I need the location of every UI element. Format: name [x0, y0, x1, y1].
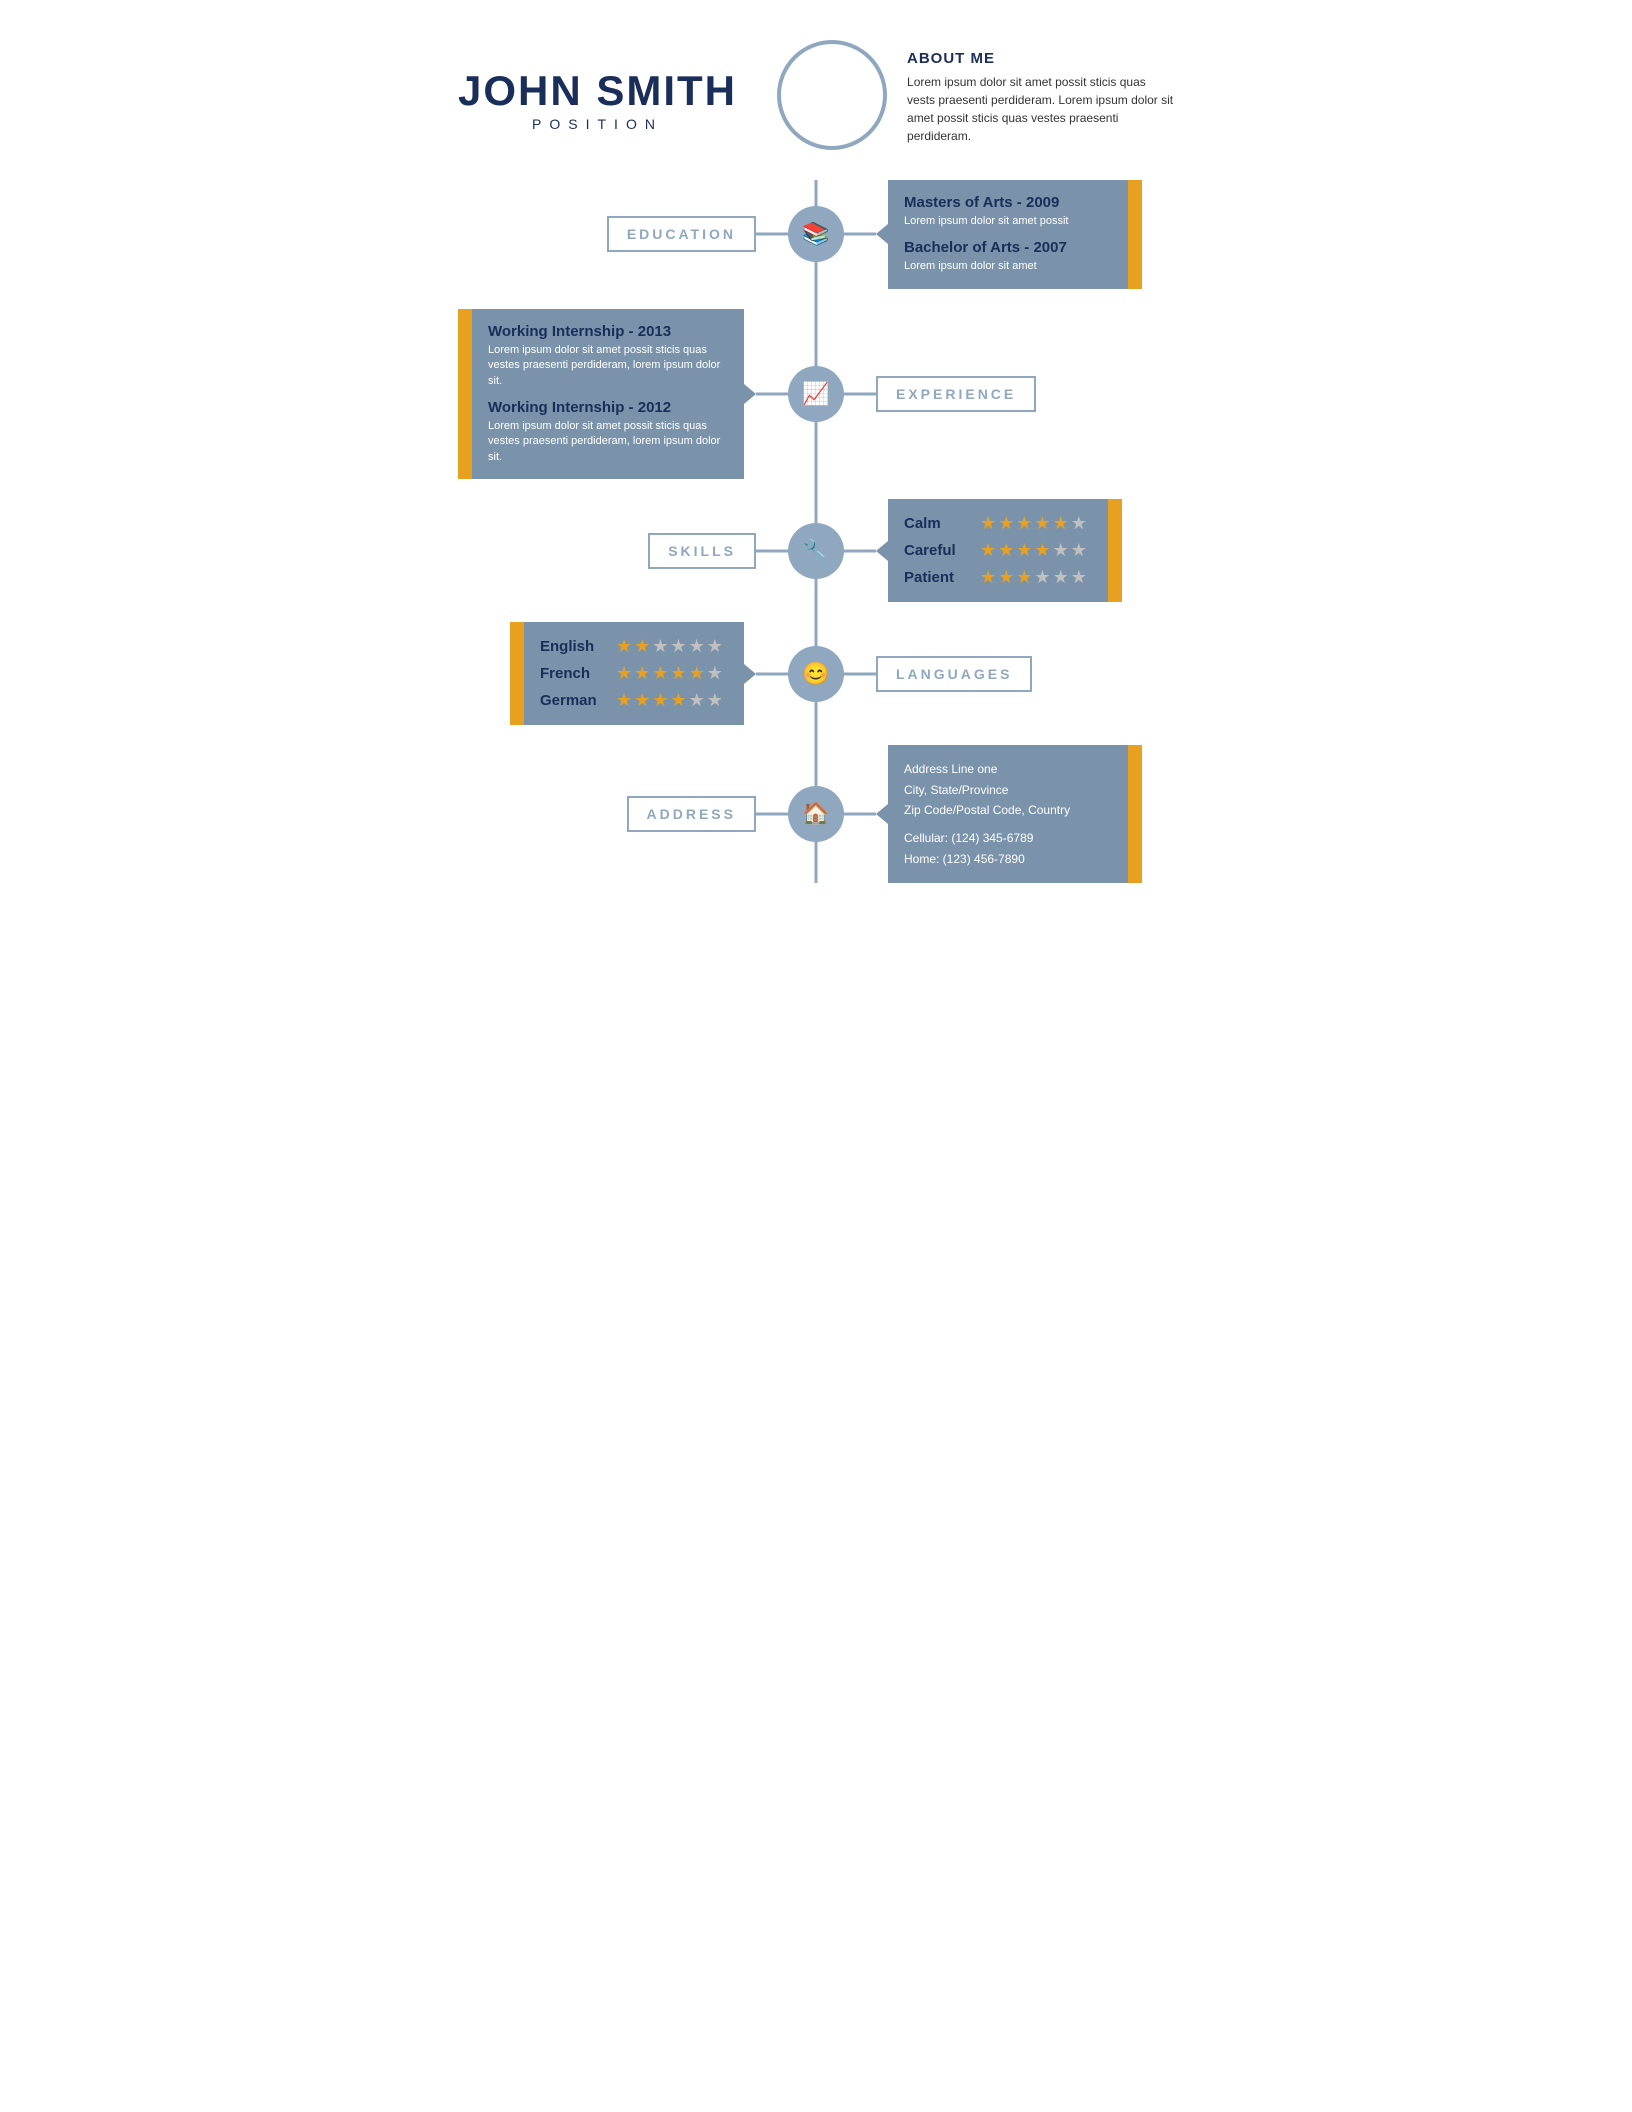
position-label: POSITION [458, 116, 737, 132]
address-content: Address Line one City, State/Province Zi… [888, 745, 1128, 883]
skills-accent [1108, 499, 1122, 602]
education-icon: 📚 [802, 221, 829, 247]
address-accent [1128, 745, 1142, 883]
skill-careful-stars: ★ ★ ★ ★ ★ ★ [980, 540, 1087, 561]
experience-right-label: EXPERIENCE [816, 376, 1174, 412]
education-content: Masters of Arts - 2009 Lorem ipsum dolor… [888, 180, 1128, 289]
skills-content: Calm ★ ★ ★ ★ ★ ★ Careful [888, 499, 1108, 602]
languages-right-label: LANGUAGES [816, 656, 1174, 692]
address-right: Address Line one City, State/Province Zi… [816, 745, 1174, 883]
skills-left: SKILLS [458, 533, 816, 569]
skills-icon: 🔧 [802, 538, 829, 564]
education-arrow [876, 224, 888, 244]
experience-left: Working Internship - 2013 Lorem ipsum do… [458, 309, 816, 479]
languages-left: English ★ ★ ★ ★ ★ ★ French [458, 622, 816, 725]
skill-careful-row: Careful ★ ★ ★ ★ ★ ★ [904, 540, 1092, 561]
avatar [777, 40, 887, 150]
skills-label: SKILLS [648, 533, 756, 569]
about-text: Lorem ipsum dolor sit amet possit sticis… [907, 73, 1174, 145]
skill-calm-label: Calm [904, 515, 974, 532]
education-left: EDUCATION [458, 216, 816, 252]
address-line2: City, State/Province [904, 780, 1112, 800]
experience-accent [458, 309, 472, 479]
education-entry-1-text: Lorem ipsum dolor sit amet possit [904, 214, 1112, 229]
lang-french-row: French ★ ★ ★ ★ ★ ★ [540, 663, 728, 684]
education-entry-2-text: Lorem ipsum dolor sit amet [904, 259, 1112, 274]
address-row: ADDRESS 🏠 Address Line one City, State/P… [458, 745, 1174, 883]
address-arrow [876, 804, 888, 824]
experience-entry-2-title: Working Internship - 2012 [488, 399, 728, 416]
languages-icon: 😊 [802, 661, 829, 687]
lang-german-stars: ★ ★ ★ ★ ★ ★ [616, 690, 723, 711]
address-left: ADDRESS [458, 796, 816, 832]
education-entry-1-title: Masters of Arts - 2009 [904, 194, 1112, 211]
skill-patient-stars: ★ ★ ★ ★ ★ ★ [980, 567, 1087, 588]
address-label: ADDRESS [627, 796, 756, 832]
name-block: JOHN SMITH POSITION [458, 40, 737, 132]
lang-french-label: French [540, 665, 610, 682]
address-icon: 🏠 [802, 801, 829, 827]
experience-content: Working Internship - 2013 Lorem ipsum do… [472, 309, 744, 479]
languages-content: English ★ ★ ★ ★ ★ ★ French [524, 622, 744, 725]
experience-row: Working Internship - 2013 Lorem ipsum do… [458, 309, 1174, 479]
address-node: 🏠 [788, 786, 844, 842]
skills-arrow [876, 541, 888, 561]
education-label: EDUCATION [607, 216, 756, 252]
experience-entry-1-text: Lorem ipsum dolor sit amet possit sticis… [488, 343, 728, 389]
education-entry-2-title: Bachelor of Arts - 2007 [904, 239, 1112, 256]
resume-page: JOHN SMITH POSITION ABOUT ME Lorem ipsum… [408, 0, 1224, 1056]
languages-row: English ★ ★ ★ ★ ★ ★ French [458, 622, 1174, 725]
lang-french-stars: ★ ★ ★ ★ ★ ★ [616, 663, 723, 684]
education-right: Masters of Arts - 2009 Lorem ipsum dolor… [816, 180, 1174, 289]
education-node: 📚 [788, 206, 844, 262]
skills-right: Calm ★ ★ ★ ★ ★ ★ Careful [816, 499, 1174, 602]
skill-calm-row: Calm ★ ★ ★ ★ ★ ★ [904, 513, 1092, 534]
skills-row: SKILLS 🔧 Calm ★ ★ [458, 499, 1174, 602]
lang-german-label: German [540, 692, 610, 709]
full-name: JOHN SMITH [458, 70, 737, 112]
languages-node: 😊 [788, 646, 844, 702]
address-line1: Address Line one [904, 759, 1112, 779]
skill-calm-stars: ★ ★ ★ ★ ★ ★ [980, 513, 1087, 534]
skill-patient-label: Patient [904, 569, 974, 586]
experience-arrow [744, 384, 756, 404]
experience-node: 📈 [788, 366, 844, 422]
languages-arrow [744, 664, 756, 684]
header-section: JOHN SMITH POSITION ABOUT ME Lorem ipsum… [458, 40, 1174, 150]
education-accent [1128, 180, 1142, 289]
lang-english-label: English [540, 638, 610, 655]
experience-label: EXPERIENCE [876, 376, 1036, 412]
languages-label: LANGUAGES [876, 656, 1032, 692]
address-cellular: Cellular: (124) 345-6789 [904, 828, 1112, 848]
experience-entry-1-title: Working Internship - 2013 [488, 323, 728, 340]
skill-careful-label: Careful [904, 542, 974, 559]
lang-english-row: English ★ ★ ★ ★ ★ ★ [540, 636, 728, 657]
languages-accent [510, 622, 524, 725]
experience-entry-2-text: Lorem ipsum dolor sit amet possit sticis… [488, 419, 728, 465]
education-row: EDUCATION 📚 Masters of Arts - 2009 Lorem… [458, 180, 1174, 289]
experience-icon: 📈 [802, 381, 829, 407]
lang-english-stars: ★ ★ ★ ★ ★ ★ [616, 636, 723, 657]
address-line3: Zip Code/Postal Code, Country [904, 800, 1112, 820]
skills-node: 🔧 [788, 523, 844, 579]
about-title: ABOUT ME [907, 50, 1174, 67]
address-home: Home: (123) 456-7890 [904, 849, 1112, 869]
about-block: ABOUT ME Lorem ipsum dolor sit amet poss… [907, 40, 1174, 145]
timeline: EDUCATION 📚 Masters of Arts - 2009 Lorem… [458, 180, 1174, 883]
lang-german-row: German ★ ★ ★ ★ ★ ★ [540, 690, 728, 711]
skill-patient-row: Patient ★ ★ ★ ★ ★ ★ [904, 567, 1092, 588]
